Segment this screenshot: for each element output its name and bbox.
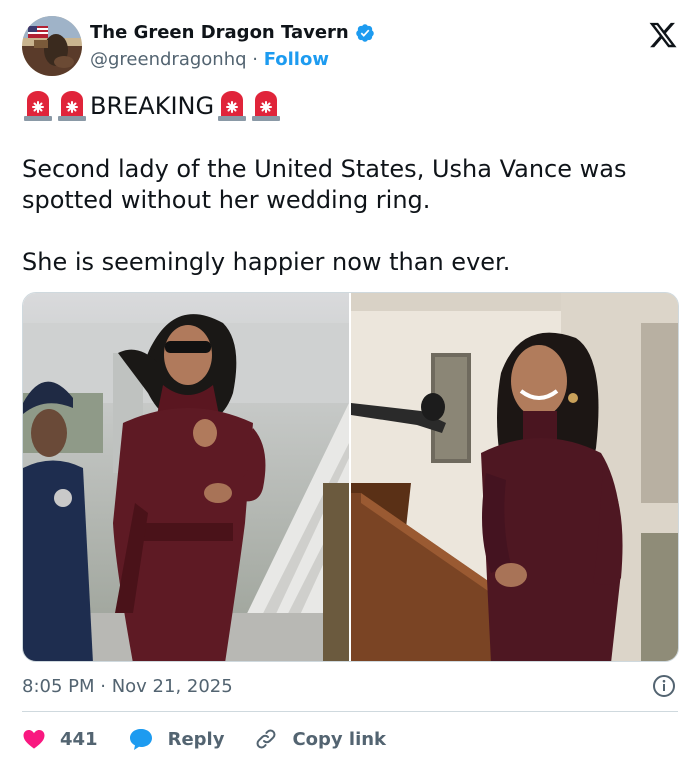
headline-text: BREAKING — [90, 92, 215, 120]
divider — [22, 711, 678, 712]
reply-label: Reply — [167, 728, 225, 750]
author-display-name[interactable]: The Green Dragon Tavern — [90, 22, 349, 43]
avatar[interactable] — [22, 16, 82, 76]
breaking-headline: BREAKING — [22, 90, 284, 122]
police-light-icon — [252, 91, 281, 121]
tweet-paragraph: She is seemingly happier now than ever. — [22, 248, 511, 276]
author-handle[interactable]: @greendragonhq — [90, 49, 247, 70]
police-light-icon — [58, 91, 86, 121]
tweet-timestamp[interactable]: 8:05 PM · Nov 21, 2025 — [22, 676, 233, 697]
photo-right[interactable] — [351, 293, 678, 661]
author-handle-row: @greendragonhq · Follow — [90, 49, 329, 70]
follow-button[interactable]: Follow — [264, 49, 329, 70]
verified-badge-icon — [355, 23, 374, 42]
x-logo-icon[interactable] — [648, 20, 678, 50]
reply-bubble-icon — [129, 729, 152, 750]
media-grid — [22, 292, 679, 662]
copy-link-label: Copy link — [292, 728, 387, 750]
author-name-row: The Green Dragon Tavern — [90, 22, 375, 43]
handle-separator: · — [246, 49, 264, 70]
like-button[interactable]: 441 — [22, 727, 98, 751]
heart-icon — [23, 730, 45, 749]
tweet-paragraph: Second lady of the United States, Usha V… — [22, 155, 627, 214]
police-light-icon — [218, 91, 247, 121]
link-icon — [256, 729, 276, 749]
police-light-icon — [24, 91, 52, 121]
like-count: 441 — [60, 728, 98, 750]
reply-button[interactable]: Reply — [128, 727, 225, 751]
info-icon[interactable] — [652, 674, 676, 698]
copy-link-button[interactable]: Copy link — [254, 727, 386, 751]
action-bar: 441 Reply Copy link — [22, 722, 416, 756]
photo-left[interactable] — [23, 293, 349, 661]
tweet-body: Second lady of the United States, Usha V… — [22, 154, 682, 278]
tweet-header: The Green Dragon Tavern @greendragonhq ·… — [22, 16, 678, 78]
